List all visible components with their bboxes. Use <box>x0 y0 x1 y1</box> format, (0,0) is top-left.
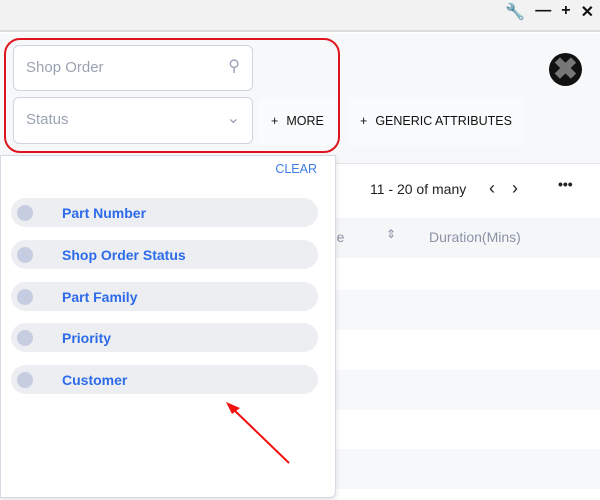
arrow-annotation <box>226 402 290 464</box>
